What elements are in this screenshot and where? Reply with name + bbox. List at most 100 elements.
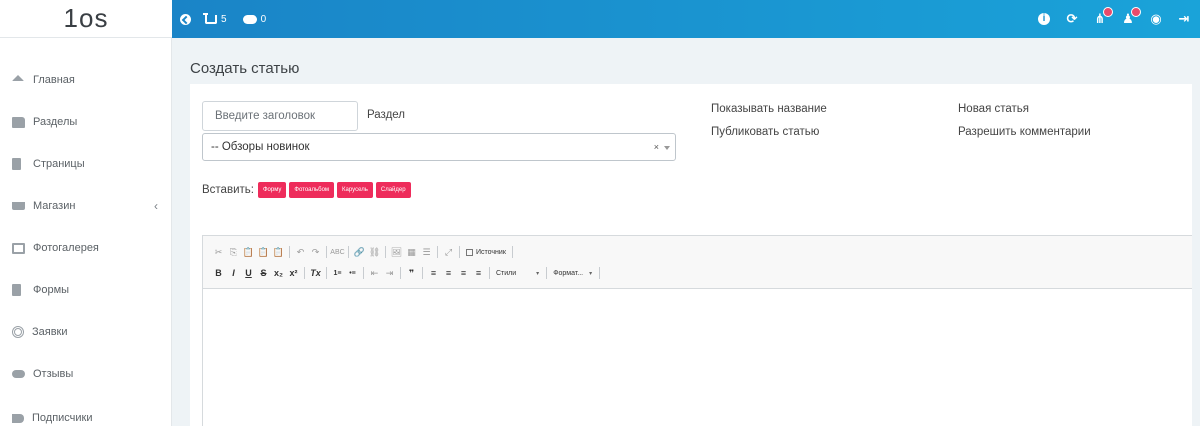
- toolbar-separator: [546, 267, 548, 279]
- info-icon[interactable]: i: [1038, 13, 1050, 25]
- sidebar-item-label: Фотогалерея: [33, 242, 99, 254]
- insert-label: Вставить:: [202, 184, 254, 196]
- cart-icon: [12, 202, 25, 210]
- sidebar-item-shop[interactable]: Магазин ‹: [0, 185, 172, 227]
- allow-comments-option[interactable]: Разрешить комментарии: [958, 126, 1091, 138]
- italic-icon[interactable]: I: [226, 265, 241, 281]
- remove-format-icon[interactable]: Tx: [308, 265, 323, 281]
- refresh-icon[interactable]: ⟳: [1066, 12, 1078, 25]
- title-input[interactable]: [202, 101, 358, 131]
- sidebar-item-home[interactable]: Главная: [0, 59, 172, 101]
- section-select[interactable]: -- Обзоры новинок ×: [202, 133, 676, 161]
- copy-icon[interactable]: ⎘: [226, 244, 241, 260]
- maximize-icon[interactable]: ⤢: [441, 244, 456, 260]
- image-icon: [12, 242, 25, 254]
- sidebar-item-subscribers[interactable]: Подписчики: [0, 397, 172, 426]
- page-icon: [12, 158, 21, 170]
- format-dropdown[interactable]: Формат... ▾: [550, 266, 596, 280]
- align-center-icon[interactable]: ≡: [441, 265, 456, 281]
- paste-text-icon[interactable]: 📋: [256, 244, 271, 260]
- sidebar-item-label: Подписчики: [32, 412, 93, 424]
- bold-icon[interactable]: B: [211, 265, 226, 281]
- paste-icon[interactable]: 📋: [241, 244, 256, 260]
- top-right-icons: i ⟳ ⋔ ♟ ◉ ⇥: [1038, 0, 1190, 38]
- toolbar-row-1: ✂ ⎘ 📋 📋 📋 ↶ ↷ ABC 🔗 ⛓ 🖼 ▦ ☰ ⤢ Источник: [211, 244, 516, 260]
- paste-word-icon[interactable]: 📋: [271, 244, 286, 260]
- underline-icon[interactable]: U: [241, 265, 256, 281]
- image-icon[interactable]: 🖼: [389, 244, 404, 260]
- outdent-icon[interactable]: ⇤: [367, 265, 382, 281]
- editor-body[interactable]: [203, 290, 1192, 426]
- sidebar-item-label: Отзывы: [33, 368, 74, 380]
- page-title: Создать статью: [190, 60, 300, 77]
- insert-album-button[interactable]: Фотоальбом: [289, 182, 335, 198]
- insert-slider-button[interactable]: Слайдер: [375, 182, 411, 198]
- sidebar-item-label: Разделы: [33, 116, 78, 128]
- notification-badge: [1131, 7, 1141, 17]
- sidebar-item-pages[interactable]: Страницы: [0, 143, 172, 185]
- subscript-icon[interactable]: x₂: [271, 265, 286, 281]
- toolbar-separator: [289, 246, 290, 258]
- cut-icon[interactable]: ✂: [211, 244, 226, 260]
- toolbar-separator: [489, 267, 490, 279]
- toolbar-separator: [599, 267, 601, 279]
- cart-button[interactable]: 5: [203, 12, 227, 25]
- toolbar-separator: [459, 246, 460, 258]
- sidebar-item-gallery[interactable]: Фотогалерея: [0, 227, 172, 269]
- sidebar-item-sections[interactable]: Разделы: [0, 101, 172, 143]
- toolbar-separator: [422, 267, 423, 279]
- insert-carousel-button[interactable]: Карусель: [337, 182, 373, 198]
- horizontal-line-icon[interactable]: ☰: [419, 244, 434, 260]
- megaphone-icon: [12, 413, 24, 423]
- sidebar-item-requests[interactable]: Заявки: [0, 311, 172, 353]
- toolbar-separator: [400, 267, 401, 279]
- sidebar-item-reviews[interactable]: Отзывы: [0, 353, 172, 395]
- sidebar-item-label: Заявки: [32, 326, 68, 338]
- blockquote-icon[interactable]: ❞: [404, 265, 419, 281]
- numbered-list-icon[interactable]: 1≡: [330, 265, 345, 281]
- sidebar-item-label: Главная: [33, 74, 75, 86]
- align-left-icon[interactable]: ≡: [426, 265, 441, 281]
- chevron-down-icon: ▾: [536, 270, 540, 277]
- home-icon: [12, 75, 24, 81]
- sidebar-item-label: Страницы: [33, 158, 85, 170]
- redo-icon[interactable]: ↷: [308, 244, 323, 260]
- chevron-left-icon: ‹: [154, 199, 158, 213]
- eye-icon[interactable]: ◉: [1150, 12, 1162, 25]
- publish-option[interactable]: Публиковать статью: [711, 126, 819, 138]
- superscript-icon[interactable]: x²: [286, 265, 301, 281]
- align-right-icon[interactable]: ≡: [456, 265, 471, 281]
- styles-dropdown[interactable]: Стили ▾: [493, 266, 543, 280]
- chevron-down-icon: [664, 146, 670, 150]
- source-button[interactable]: Источник: [463, 244, 509, 260]
- clear-icon[interactable]: ×: [654, 142, 659, 152]
- article-form-card: Раздел -- Обзоры новинок × Показывать на…: [190, 84, 1192, 426]
- chevron-down-icon: ▾: [589, 270, 593, 277]
- main-content: Создать статью Раздел -- Обзоры новинок …: [172, 38, 1200, 426]
- strike-icon[interactable]: S: [256, 265, 271, 281]
- show-title-option[interactable]: Показывать название: [711, 103, 827, 115]
- table-icon[interactable]: ▦: [404, 244, 419, 260]
- spellcheck-icon[interactable]: ABC: [330, 244, 345, 260]
- new-article-option[interactable]: Новая статья: [958, 103, 1029, 115]
- link-icon[interactable]: 🔗: [352, 244, 367, 260]
- toolbar-separator: [326, 246, 327, 258]
- messages-button[interactable]: 0: [242, 14, 266, 25]
- section-label: Раздел: [367, 109, 406, 121]
- cart-count: 5: [221, 13, 227, 25]
- users-icon[interactable]: ♟: [1122, 7, 1141, 25]
- unlink-icon[interactable]: ⛓: [367, 244, 382, 260]
- undo-icon[interactable]: ↶: [293, 244, 308, 260]
- align-justify-icon[interactable]: ≡: [471, 265, 486, 281]
- insert-form-button[interactable]: Форму: [257, 182, 287, 198]
- sidebar-item-forms[interactable]: Формы: [0, 269, 172, 311]
- format-label: Формат...: [553, 269, 584, 277]
- back-button[interactable]: [180, 13, 191, 25]
- indent-icon[interactable]: ⇥: [382, 265, 397, 281]
- bulleted-list-icon[interactable]: •≡: [345, 265, 360, 281]
- top-bar: 5 0 i ⟳ ⋔ ♟ ◉ ⇥: [0, 0, 1200, 38]
- sitemap-icon[interactable]: ⋔: [1094, 7, 1113, 25]
- editor-toolbar: ✂ ⎘ 📋 📋 📋 ↶ ↷ ABC 🔗 ⛓ 🖼 ▦ ☰ ⤢ Источник B…: [203, 236, 1192, 289]
- logo[interactable]: 1os: [0, 0, 172, 38]
- logout-icon[interactable]: ⇥: [1178, 12, 1190, 25]
